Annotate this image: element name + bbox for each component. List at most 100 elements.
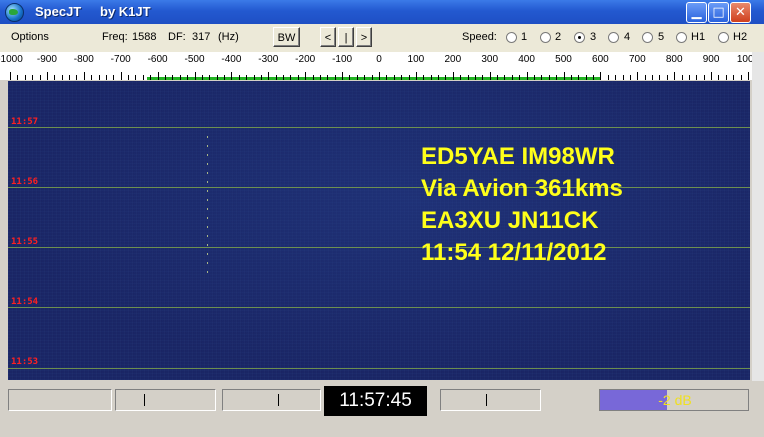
gain-slider[interactable] xyxy=(440,389,541,411)
speed-radio-5[interactable] xyxy=(642,32,653,43)
nav-right-button[interactable]: > xyxy=(356,27,372,47)
scale-tick xyxy=(733,75,734,80)
scale-tick xyxy=(586,75,587,80)
status-field xyxy=(8,389,112,411)
scale-tick-label: 400 xyxy=(518,54,535,65)
scale-tick-label: -200 xyxy=(295,54,316,65)
toolbar: Options Freq: 1588 DF: 317 (Hz) BW < | >… xyxy=(0,24,764,52)
scale-tick xyxy=(327,75,328,80)
scale-tick xyxy=(534,75,535,80)
scale-tick xyxy=(394,75,395,80)
scale-tick-label: -400 xyxy=(221,54,242,65)
status-bar: 11:57:45 -2 dB xyxy=(0,381,764,437)
freq-value: 1588 xyxy=(132,31,157,43)
title-bar: SpecJT by K1JT ▁ □ ✕ xyxy=(0,0,764,24)
scale-tick xyxy=(217,75,218,80)
minimize-icon[interactable]: ▁ xyxy=(686,2,707,23)
scale-tick xyxy=(431,75,432,80)
scale-tick xyxy=(69,75,70,80)
scale-tick xyxy=(335,75,336,80)
speed-radio-h1[interactable] xyxy=(676,32,687,43)
scale-tick xyxy=(423,75,424,80)
slider-thumb[interactable] xyxy=(486,394,487,406)
scale-tick xyxy=(549,75,550,80)
scale-tick xyxy=(504,75,505,80)
nav-center-button[interactable]: | xyxy=(338,27,354,47)
time-gridline xyxy=(8,307,750,308)
bw-button[interactable]: BW xyxy=(273,27,300,47)
scale-tick-label: -700 xyxy=(110,54,131,65)
scale-tick xyxy=(711,72,712,80)
scale-tick-label: -500 xyxy=(184,54,205,65)
scale-tick xyxy=(409,75,410,80)
speed-radio-2[interactable] xyxy=(540,32,551,43)
scale-tick xyxy=(453,72,454,80)
scale-tick-label: 700 xyxy=(628,54,646,65)
scale-tick xyxy=(99,75,100,80)
scale-tick xyxy=(91,75,92,80)
speed-radio-1[interactable] xyxy=(506,32,517,43)
speed-label: Speed: xyxy=(462,31,497,43)
time-gridline xyxy=(8,247,750,248)
overlay-datetime-line: 11:54 12/11/2012 xyxy=(421,239,607,266)
slider-thumb[interactable] xyxy=(278,394,279,406)
scale-tick xyxy=(608,75,609,80)
scale-tick xyxy=(224,75,225,80)
frequency-scale[interactable]: -1000-900-800-700-600-500-400-300-200-10… xyxy=(0,52,764,80)
scale-tick xyxy=(556,75,557,80)
scale-tick xyxy=(121,72,122,80)
scale-tick xyxy=(209,75,210,80)
scale-tick xyxy=(468,75,469,80)
speed-radio-h2[interactable] xyxy=(718,32,729,43)
speed-radio-4[interactable] xyxy=(608,32,619,43)
scale-tick xyxy=(460,75,461,80)
scale-tick xyxy=(187,75,188,80)
time-gridline xyxy=(8,368,750,369)
scale-tick xyxy=(578,75,579,80)
scale-tick-label: -100 xyxy=(332,54,353,65)
scale-tick xyxy=(741,75,742,80)
globe-icon[interactable] xyxy=(5,3,24,22)
level-readout: -2 dB xyxy=(658,392,692,408)
scale-tick xyxy=(128,75,129,80)
time-marker: 11:56 xyxy=(11,177,39,187)
contrast-slider[interactable] xyxy=(222,389,321,411)
scale-tick xyxy=(748,72,749,80)
scale-tick xyxy=(386,75,387,80)
scale-tick xyxy=(276,75,277,80)
scale-tick xyxy=(689,75,690,80)
scale-tick xyxy=(682,75,683,80)
scale-tick xyxy=(401,75,402,80)
scale-tick xyxy=(623,75,624,80)
close-icon[interactable]: ✕ xyxy=(730,2,751,23)
brightness-slider[interactable] xyxy=(115,389,216,411)
scale-tick xyxy=(674,72,675,80)
scale-tick xyxy=(135,75,136,80)
scale-tick xyxy=(615,75,616,80)
scale-tick xyxy=(357,75,358,80)
scale-tick xyxy=(372,75,373,80)
scale-tick xyxy=(726,75,727,80)
speed-option-label: 2 xyxy=(555,31,562,43)
scale-tick-label: 600 xyxy=(592,54,609,65)
speed-option-label: 5 xyxy=(658,31,665,43)
scale-tick xyxy=(62,75,63,80)
scale-tick xyxy=(113,75,114,80)
options-menu[interactable]: Options xyxy=(11,31,49,43)
scale-tick xyxy=(718,75,719,80)
scale-tick xyxy=(593,75,594,80)
speed-radio-3[interactable] xyxy=(574,32,585,43)
scale-tick xyxy=(313,75,314,80)
waterfall-display[interactable]: 11:57 11:56 11:55 11:54 11:53 ED5YAE IM9… xyxy=(8,81,750,380)
speed-option-label: 1 xyxy=(521,31,528,43)
slider-thumb[interactable] xyxy=(144,394,145,406)
scale-tick xyxy=(239,75,240,80)
clock-display: 11:57:45 xyxy=(324,386,427,416)
nav-left-button[interactable]: < xyxy=(320,27,336,47)
maximize-icon[interactable]: □ xyxy=(708,2,729,23)
scale-tick xyxy=(298,75,299,80)
scale-tick-label: 300 xyxy=(481,54,499,65)
scale-tick xyxy=(519,75,520,80)
speed-option-label: 3 xyxy=(590,31,597,43)
scale-tick xyxy=(342,72,343,80)
